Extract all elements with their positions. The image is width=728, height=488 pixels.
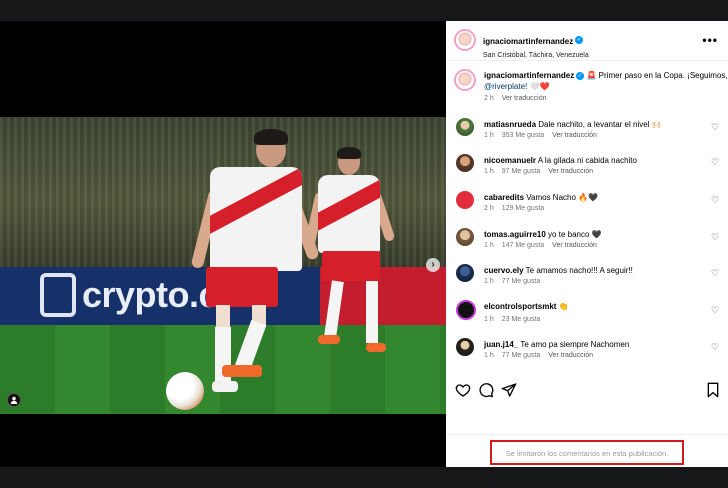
- like-heart-icon[interactable]: ♡: [711, 268, 719, 279]
- comment-item: elcontrolsportsmkt 👏 1 h 23 Me gusta ♡: [446, 300, 728, 330]
- comment-text: Dale nachito, a levantar el nivel 🙌🏻: [538, 120, 662, 129]
- player-foreground: [190, 129, 330, 409]
- commenter-avatar[interactable]: [456, 338, 474, 356]
- author-username[interactable]: ignaciomartinfernandez: [483, 37, 573, 46]
- comment-likes[interactable]: 23 Me gusta: [502, 316, 541, 323]
- top-bar: [0, 0, 728, 21]
- like-heart-icon[interactable]: ♡: [711, 157, 719, 168]
- post-sidebar: ignaciomartinfernandez ✓ San Cristóbal, T…: [446, 21, 728, 467]
- comment-text: Te amo pa siempre Nachomen: [520, 340, 630, 349]
- caption-translate-link[interactable]: Ver traducción: [502, 95, 547, 102]
- comment-translate-link[interactable]: Ver traducción: [552, 132, 597, 139]
- comment-likes[interactable]: 77 Me gusta: [502, 352, 541, 359]
- caption-mention[interactable]: @riverplate!: [484, 82, 527, 91]
- comment-username[interactable]: tomas.aguirre10: [484, 230, 546, 239]
- comment-username[interactable]: matiasnrueda: [484, 120, 536, 129]
- comment-username[interactable]: nicoemanuelr: [484, 156, 536, 165]
- comment-username[interactable]: cabaredits: [484, 193, 524, 202]
- comment-translate-link[interactable]: Ver traducción: [552, 242, 597, 249]
- verified-badge-icon: ✓: [576, 71, 585, 80]
- tagged-users-icon[interactable]: [7, 393, 21, 407]
- caption-emoji: 🤍❤️: [529, 82, 550, 91]
- comment-translate-link[interactable]: Ver traducción: [548, 168, 593, 175]
- comment-item: matiasnrueda Dale nachito, a levantar el…: [446, 118, 728, 148]
- like-heart-icon[interactable]: ♡: [711, 305, 719, 316]
- caption-avatar[interactable]: [454, 69, 476, 91]
- comment-item: juan.j14_ Te amo pa siempre Nachomen 1 h…: [446, 338, 728, 368]
- author-avatar[interactable]: [454, 29, 476, 51]
- comment-text: 👏: [558, 302, 569, 311]
- commenter-avatar[interactable]: [456, 191, 474, 209]
- comment-item: cabaredits Vamos Nacho 🔥🖤 2 h 129 Me gust…: [446, 191, 728, 221]
- comment-time: 2 h: [484, 205, 494, 212]
- comment-time: 1 h: [484, 352, 494, 359]
- comment-item: tomas.aguirre10 yo te banco 🖤 1 h 147 Me …: [446, 228, 728, 258]
- post-location[interactable]: San Cristóbal, Táchira, Venezuela: [483, 52, 589, 59]
- comment-time: 1 h: [484, 316, 494, 323]
- comment-time: 1 h: [484, 132, 494, 139]
- ad-logo: [40, 273, 76, 317]
- comment-icon[interactable]: [478, 382, 494, 398]
- comment-likes[interactable]: 97 Me gusta: [502, 168, 541, 175]
- post-media: crypto.c ›: [0, 21, 446, 467]
- comment-time: 1 h: [484, 168, 494, 175]
- author-info: ignaciomartinfernandez ✓ San Cristóbal, T…: [483, 31, 589, 59]
- save-bookmark-icon[interactable]: [705, 382, 721, 398]
- comment-text: Vamos Nacho 🔥🖤: [526, 193, 599, 202]
- bottom-bar: [0, 467, 728, 488]
- comment-time: 1 h: [484, 242, 494, 249]
- caption-time: 2 h: [484, 95, 494, 102]
- like-heart-icon[interactable]: ♡: [711, 195, 719, 206]
- commenter-avatar[interactable]: [456, 118, 474, 136]
- like-icon[interactable]: [455, 382, 471, 398]
- commenter-avatar[interactable]: [456, 264, 474, 282]
- comment-likes[interactable]: 353 Me gusta: [502, 132, 544, 139]
- like-heart-icon[interactable]: ♡: [711, 122, 719, 133]
- next-media-button[interactable]: ›: [426, 258, 440, 272]
- comment-username[interactable]: cuervo.ely: [484, 266, 524, 275]
- post-actions: [446, 379, 728, 405]
- comment-likes[interactable]: 77 Me gusta: [502, 278, 541, 285]
- more-options-icon[interactable]: •••: [702, 33, 718, 47]
- like-heart-icon[interactable]: ♡: [711, 342, 719, 353]
- comment-likes[interactable]: 129 Me gusta: [502, 205, 544, 212]
- comments-closed-notice: Se limitaron los comentarios en esta pub…: [490, 440, 684, 465]
- caption-username[interactable]: ignaciomartinfernandez: [484, 71, 574, 80]
- share-icon[interactable]: [501, 382, 517, 398]
- comment-likes[interactable]: 147 Me gusta: [502, 242, 544, 249]
- post-header: ignaciomartinfernandez ✓ San Cristóbal, T…: [446, 21, 728, 61]
- verified-badge-icon: ✓: [575, 35, 584, 44]
- comment-item: nicoemanuelr A la gilada ni cabida nachi…: [446, 154, 728, 185]
- comment-username[interactable]: juan.j14_: [484, 340, 518, 349]
- caption: ignaciomartinfernandez ✓ 🚨 Primer paso en…: [446, 67, 728, 107]
- commenter-avatar[interactable]: [456, 154, 474, 172]
- commenter-avatar[interactable]: [456, 300, 476, 320]
- comments-closed-text: Se limitaron los comentarios en esta pub…: [505, 449, 669, 458]
- football: [166, 372, 204, 410]
- commenter-avatar[interactable]: [456, 228, 474, 246]
- caption-text: 🚨 Primer paso en la Copa. ¡Seguimos,: [586, 71, 728, 80]
- post-photo: crypto.c: [0, 117, 446, 414]
- comment-time: 1 h: [484, 278, 494, 285]
- comment-text: Te amamos nacho!!! A seguir!!: [525, 266, 633, 275]
- comment-item: cuervo.ely Te amamos nacho!!! A seguir!!…: [446, 264, 728, 294]
- comment-username[interactable]: elcontrolsportsmkt: [484, 302, 556, 311]
- comment-text: A la gilada ni cabida nachito: [537, 156, 637, 165]
- like-heart-icon[interactable]: ♡: [711, 232, 719, 243]
- comment-translate-link[interactable]: Ver traducción: [548, 352, 593, 359]
- comment-text: yo te banco 🖤: [548, 230, 602, 239]
